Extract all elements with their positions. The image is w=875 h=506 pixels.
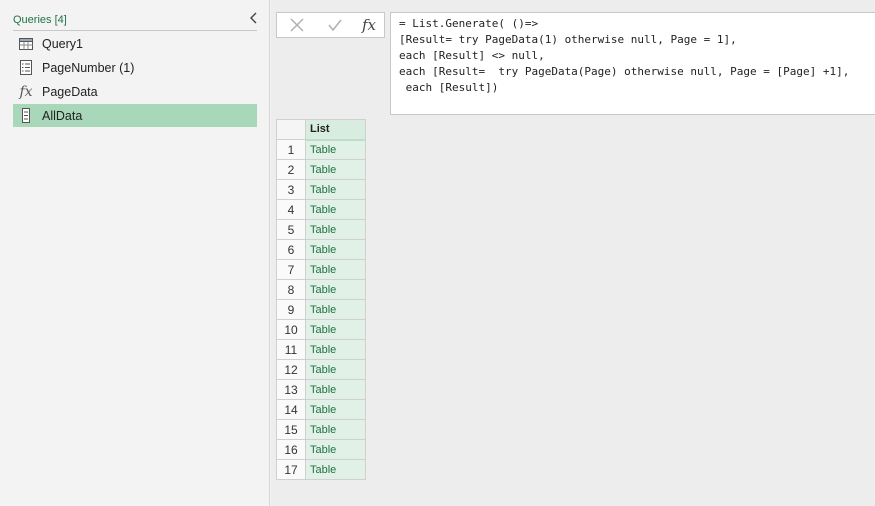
table-row: 13 Table bbox=[276, 379, 366, 400]
formula-line: each [Result] <> null, bbox=[399, 49, 545, 62]
table-row: 1 Table bbox=[276, 139, 366, 160]
function-icon: fx bbox=[19, 83, 33, 100]
row-number[interactable]: 7 bbox=[276, 259, 306, 280]
table-row: 5 Table bbox=[276, 219, 366, 240]
query-label: PageNumber (1) bbox=[42, 60, 135, 75]
formula-toolbar: fx bbox=[276, 12, 385, 38]
table-row: 7 Table bbox=[276, 259, 366, 280]
fx-icon[interactable]: fx bbox=[359, 16, 379, 34]
table-row: 15 Table bbox=[276, 419, 366, 440]
row-number[interactable]: 12 bbox=[276, 359, 306, 380]
formula-bar[interactable]: = List.Generate( ()=> [Result= try PageDa… bbox=[390, 12, 875, 115]
table-link-cell[interactable]: Table bbox=[305, 419, 366, 440]
table-row: 3 Table bbox=[276, 179, 366, 200]
formula-line: [Result= try PageData(1) otherwise null,… bbox=[399, 33, 737, 46]
list-icon bbox=[18, 60, 34, 76]
formula-line: each [Result= try PageData(Page) otherwi… bbox=[399, 65, 850, 78]
query-item-pagedata[interactable]: fx PageData bbox=[13, 80, 257, 103]
row-number[interactable]: 9 bbox=[276, 299, 306, 320]
column-header-list[interactable]: List bbox=[305, 119, 366, 141]
table-row: 14 Table bbox=[276, 399, 366, 420]
query-item-alldata[interactable]: AllData bbox=[13, 104, 257, 127]
table-link-cell[interactable]: Table bbox=[305, 359, 366, 380]
row-number[interactable]: 3 bbox=[276, 179, 306, 200]
row-number[interactable]: 8 bbox=[276, 279, 306, 300]
query-label: PageData bbox=[42, 84, 98, 99]
table-row: 9 Table bbox=[276, 299, 366, 320]
table-row: 2 Table bbox=[276, 159, 366, 180]
table-link-cell[interactable]: Table bbox=[305, 139, 366, 160]
table-row: 17 Table bbox=[276, 459, 366, 480]
table-link-cell[interactable]: Table bbox=[305, 379, 366, 400]
table-row: 8 Table bbox=[276, 279, 366, 300]
formula-line: = List.Generate( ()=> bbox=[399, 17, 539, 30]
queries-pane: Queries [4] Query1 PageNumber (1) fx Pag… bbox=[0, 0, 270, 506]
list-column-icon bbox=[18, 108, 34, 124]
row-number[interactable]: 6 bbox=[276, 239, 306, 260]
row-number[interactable]: 11 bbox=[276, 339, 306, 360]
table-row: 16 Table bbox=[276, 439, 366, 460]
check-icon[interactable] bbox=[325, 16, 345, 34]
table-row: 6 Table bbox=[276, 239, 366, 260]
grid-corner[interactable] bbox=[276, 119, 306, 140]
table-link-cell[interactable]: Table bbox=[305, 219, 366, 240]
table-row: 12 Table bbox=[276, 359, 366, 380]
table-icon bbox=[18, 36, 34, 52]
row-number[interactable]: 2 bbox=[276, 159, 306, 180]
table-row: 11 Table bbox=[276, 339, 366, 360]
row-number[interactable]: 14 bbox=[276, 399, 306, 420]
close-icon[interactable] bbox=[287, 16, 307, 34]
row-number[interactable]: 5 bbox=[276, 219, 306, 240]
query-item-query1[interactable]: Query1 bbox=[13, 32, 257, 55]
queries-header: Queries [4] bbox=[13, 12, 257, 31]
table-link-cell[interactable]: Table bbox=[305, 259, 366, 280]
queries-list: Query1 PageNumber (1) fx PageData AllDat… bbox=[13, 32, 257, 128]
table-row: 4 Table bbox=[276, 199, 366, 220]
table-link-cell[interactable]: Table bbox=[305, 199, 366, 220]
row-number[interactable]: 16 bbox=[276, 439, 306, 460]
table-link-cell[interactable]: Table bbox=[305, 399, 366, 420]
queries-title: Queries [4] bbox=[13, 14, 67, 26]
table-row: 10 Table bbox=[276, 319, 366, 340]
chevron-left-icon[interactable] bbox=[247, 10, 261, 26]
table-link-cell[interactable]: Table bbox=[305, 239, 366, 260]
query-label: Query1 bbox=[42, 36, 83, 51]
main-area: fx = List.Generate( ()=> [Result= try Pag… bbox=[271, 0, 875, 506]
data-grid: List 1 Table 2 Table 3 Table 4 Table 5 Table 6 Tabl… bbox=[276, 119, 366, 480]
row-number[interactable]: 4 bbox=[276, 199, 306, 220]
table-link-cell[interactable]: Table bbox=[305, 159, 366, 180]
query-item-pagenumber[interactable]: PageNumber (1) bbox=[13, 56, 257, 79]
table-link-cell[interactable]: Table bbox=[305, 299, 366, 320]
row-number[interactable]: 10 bbox=[276, 319, 306, 340]
table-link-cell[interactable]: Table bbox=[305, 459, 366, 480]
row-number[interactable]: 13 bbox=[276, 379, 306, 400]
row-number[interactable]: 15 bbox=[276, 419, 306, 440]
table-link-cell[interactable]: Table bbox=[305, 339, 366, 360]
formula-line: each [Result]) bbox=[399, 81, 499, 94]
query-label: AllData bbox=[42, 108, 83, 123]
table-link-cell[interactable]: Table bbox=[305, 279, 366, 300]
table-link-cell[interactable]: Table bbox=[305, 439, 366, 460]
table-link-cell[interactable]: Table bbox=[305, 179, 366, 200]
row-number[interactable]: 17 bbox=[276, 459, 306, 480]
table-link-cell[interactable]: Table bbox=[305, 319, 366, 340]
row-number[interactable]: 1 bbox=[276, 139, 306, 160]
